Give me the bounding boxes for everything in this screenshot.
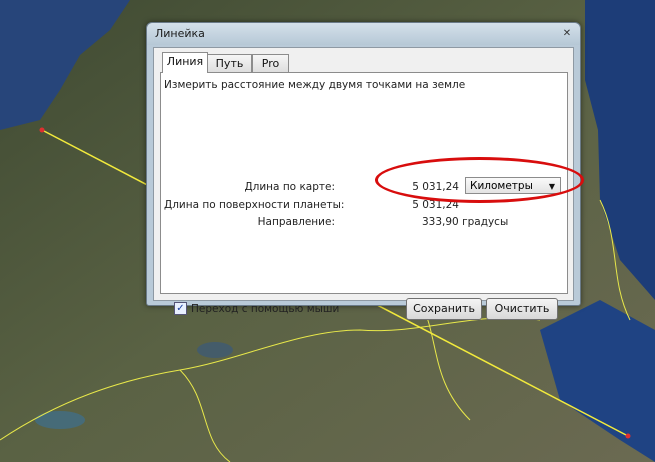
close-icon[interactable]: ✕ (561, 29, 573, 39)
surface-length-label: Длина по поверхности планеты: (164, 199, 345, 211)
surface-length-value: 5 031,24 (412, 199, 459, 211)
measure-end-point[interactable] (625, 433, 631, 439)
chevron-down-icon: ▼ (548, 182, 555, 191)
map-length-label: Длина по карте: (244, 181, 335, 193)
mouse-navigation-checkbox[interactable]: ✓ (174, 302, 187, 315)
units-selected-value: Километры (470, 180, 533, 192)
lake (197, 342, 233, 358)
heading-value: 333,90 градусы (422, 216, 509, 228)
description-text: Измерить расстояние между двумя точками … (164, 79, 466, 91)
heading-label: Направление: (257, 216, 335, 228)
mouse-navigation-label: Переход с помощью мыши (191, 303, 340, 315)
tab-pro[interactable]: Pro (252, 54, 289, 72)
measure-start-point[interactable] (39, 127, 45, 133)
map-length-value: 5 031,24 (412, 181, 459, 193)
ruler-dialog: Линейка ✕ Линия Путь Pro Измерить рассто… (146, 22, 584, 320)
dialog-body: Линия Путь Pro Измерить расстояние между… (153, 47, 584, 320)
tab-path[interactable]: Путь (207, 54, 252, 72)
lake (35, 411, 85, 429)
clear-button[interactable]: Очистить (486, 298, 558, 320)
tab-line[interactable]: Линия (162, 52, 208, 73)
units-select[interactable]: Километры ▼ (465, 177, 561, 194)
line-panel: Измерить расстояние между двумя точками … (160, 72, 584, 294)
save-button[interactable]: Сохранить (406, 298, 482, 320)
window-title: Линейка (155, 27, 205, 40)
title-bar[interactable]: Линейка ✕ (147, 23, 580, 45)
